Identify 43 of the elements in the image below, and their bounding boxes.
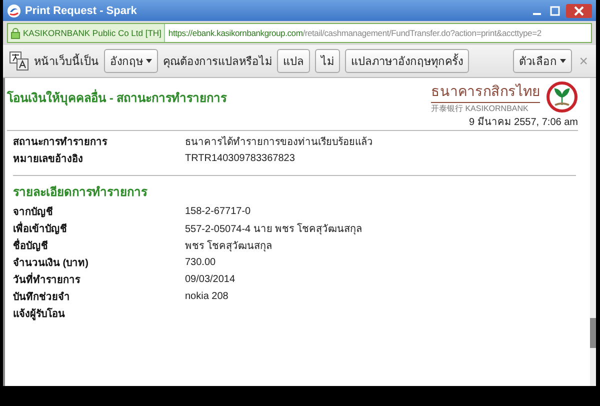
translate-button[interactable]: ไม่	[315, 49, 340, 73]
page-title: โอนเงินให้บุคคลอื่น - สถานะการทำรายการ	[7, 88, 227, 106]
translate-button[interactable]: แปลภาษาอังกฤษทุกครั้ง	[345, 49, 469, 73]
translate-question: คุณต้องการแปลหรือไม่	[163, 54, 272, 70]
caret-icon	[146, 59, 152, 63]
language-dropdown[interactable]: อังกฤษ	[104, 49, 158, 73]
field-value: TRTR140309783367823	[185, 153, 295, 164]
field-label: บันทึกช่วยจำ	[13, 290, 71, 304]
address-bar[interactable]: KASIKORNBANK Public Co Ltd [TH] https://ebank.kasikornbankgroup.com/retail/cashmanagement/FundTransfer.do?action=print&accttype=2	[7, 23, 592, 43]
field-label: ชื่อบัญชี	[13, 238, 185, 253]
bank-name-thai: ธนาคารกสิกรไทย	[431, 80, 540, 103]
site-identity-text: KASIKORNBANK Public Co Ltd [TH]	[23, 28, 162, 38]
field-value: 557-2-05074-4 นาย พชร โชคสุวัฒนสกุล	[185, 222, 362, 236]
field-label: แจ้งผู้รับโอน	[13, 306, 66, 321]
field-label: สถานะการทำรายการ	[13, 136, 108, 149]
translate-button[interactable]: แปล	[277, 49, 310, 73]
url-text: https://ebank.kasikornbankgroup.com/retail/cashmanagement/FundTransfer.do?action=print&accttype=2	[167, 28, 542, 38]
field-label: หมายเลขอ้างอิง	[13, 152, 84, 166]
site-identity-badge[interactable]: KASIKORNBANK Public Co Ltd [TH]	[8, 24, 166, 42]
scrollbar[interactable]	[590, 78, 596, 386]
options-dropdown[interactable]: ตัวเลือก	[513, 49, 572, 73]
lock-icon	[11, 28, 20, 38]
bank-logo-icon	[546, 81, 578, 113]
field-value: 09/03/2014	[185, 274, 236, 285]
maximize-icon[interactable]	[548, 4, 562, 16]
timestamp: 9 มีนาคม 2557, 7:06 am	[7, 114, 578, 131]
field-label: จากบัญชี	[13, 205, 54, 219]
section-title: รายละเอียดการทำรายการ	[13, 175, 576, 201]
field-value: ธนาคารได้ทำรายการของท่านเรียบร้อยแล้ว	[185, 135, 373, 149]
field-value: 158-2-67717-0	[185, 206, 251, 217]
caret-icon	[560, 59, 566, 63]
window-title: Print Request - Spark	[25, 4, 138, 16]
field-value: 730.00	[185, 257, 216, 268]
field-value: พชร โชคสุวัฒนสกุล	[185, 239, 272, 253]
field-label: เพื่อเข้าบัญชี	[13, 221, 185, 236]
app-logo-icon	[7, 4, 21, 18]
field-label: วันที่ทำรายการ	[13, 272, 185, 287]
bank-name-english: 开泰银行 KASIKORNBANK	[431, 103, 528, 114]
field-value: nokia 208	[185, 291, 228, 302]
translate-icon	[9, 51, 29, 71]
close-icon[interactable]	[566, 4, 592, 18]
field-label: จำนวนเงิน (บาท)	[13, 256, 90, 270]
translate-prompt: หน้าเว็บนี้เป็น	[34, 52, 99, 70]
